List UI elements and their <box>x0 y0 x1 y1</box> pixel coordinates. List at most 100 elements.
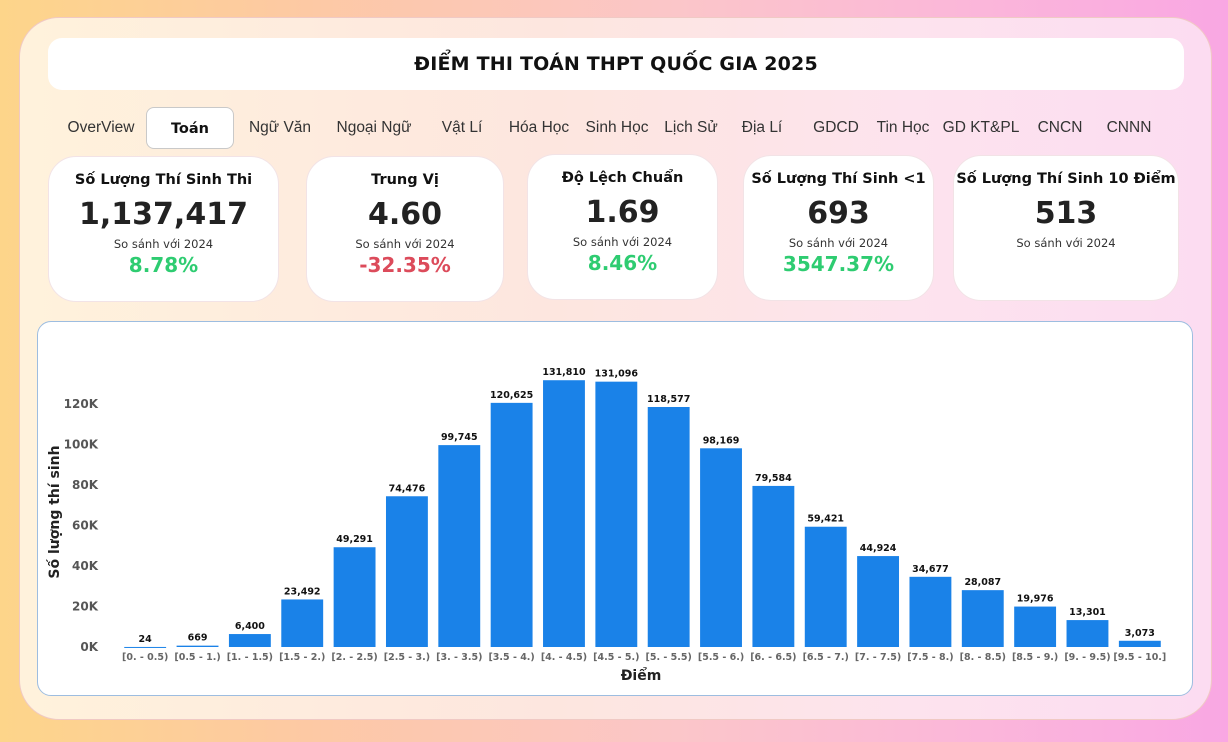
score-distribution-chart: Số lượng thí sinh Điểm 0K 20K 40K 60K 80K 100… <box>37 321 1193 696</box>
bar[interactable] <box>543 380 585 647</box>
tab-hoa-hoc[interactable]: Hóa Học <box>504 107 574 149</box>
x-tick-label: [3.5 - 4.) <box>488 652 534 663</box>
bar-value-label: 13,301 <box>1069 607 1106 618</box>
tab-gdcd[interactable]: GDCD <box>808 107 864 149</box>
x-tick-label: [9.5 - 10.] <box>1113 652 1166 663</box>
kpi-card-median: Trung Vị 4.60 So sánh với 2024 -32.35% <box>306 156 504 302</box>
kpi-value: 693 <box>807 196 870 231</box>
bar[interactable] <box>490 402 533 647</box>
bar[interactable] <box>1014 606 1057 647</box>
bar[interactable] <box>124 646 167 648</box>
tab-overview[interactable]: OverView <box>58 107 144 149</box>
tab-ngoai-ngu[interactable]: Ngoại Ngữ <box>330 107 418 149</box>
kpi-value: 1.69 <box>585 195 660 230</box>
bar-value-label: 49,291 <box>336 534 373 545</box>
y-tick-label: 120K <box>64 397 99 411</box>
bar[interactable] <box>752 485 795 647</box>
x-tick-label: [2.5 - 3.) <box>384 652 430 663</box>
kpi-compare-label: So sánh với 2024 <box>1016 236 1116 250</box>
kpi-title: Số Lượng Thí Sinh Thi <box>74 172 253 188</box>
y-ticks: 0K 20K 40K 60K 80K 100K 120K <box>64 397 99 654</box>
kpi-delta: 8.46% <box>587 251 658 275</box>
bar-value-label: 59,421 <box>807 514 844 525</box>
x-tick-label: [1.5 - 2.) <box>279 652 325 663</box>
tab-vat-li[interactable]: Vật Lí <box>432 107 492 149</box>
x-tick-label: [6.5 - 7.) <box>803 652 849 663</box>
bar-value-label: 3,073 <box>1125 628 1155 639</box>
kpi-compare-label: So sánh với 2024 <box>572 235 673 249</box>
bar[interactable] <box>961 590 1004 647</box>
x-tick-label: [8.5 - 9.) <box>1012 652 1058 663</box>
kpi-value: 1,137,417 <box>79 197 248 232</box>
x-tick-label: [1. - 1.5) <box>227 652 273 663</box>
kpi-delta: 3547.37% <box>782 252 895 276</box>
kpi-title: Trung Vị <box>371 172 439 188</box>
bar[interactable] <box>1066 620 1109 647</box>
x-tick-label: [7.5 - 8.) <box>907 652 953 663</box>
x-axis-label: Điểm <box>621 667 662 684</box>
bar-value-label: 131,810 <box>542 367 586 378</box>
bar-value-label: 99,745 <box>441 432 478 443</box>
x-tick-label: [8. - 8.5) <box>960 652 1006 663</box>
page-title-text: ĐIỂM THI TOÁN THPT QUỐC GIA 2025 <box>414 53 818 75</box>
subject-tabs: OverView Toán Ngữ Văn Ngoại Ngữ Vật Lí H… <box>58 107 1198 149</box>
bar[interactable] <box>281 599 324 647</box>
kpi-title: Số Lượng Thí Sinh 10 Điểm <box>956 171 1176 187</box>
y-tick-label: 40K <box>72 559 99 573</box>
y-tick-label: 60K <box>72 519 99 533</box>
x-tick-label: [5. - 5.5) <box>646 652 692 663</box>
kpi-value: 4.60 <box>367 197 443 232</box>
tab-cnnn[interactable]: CNNN <box>1102 107 1156 149</box>
bar[interactable] <box>438 445 481 647</box>
bar[interactable] <box>385 496 428 647</box>
bar-value-label: 6,400 <box>235 621 265 632</box>
kpi-value: 513 <box>1034 196 1098 231</box>
kpi-compare-label: So sánh với 2024 <box>355 237 455 251</box>
bar-value-label: 120,625 <box>490 390 533 401</box>
x-tick-label: [2. - 2.5) <box>331 652 377 663</box>
bar[interactable] <box>857 556 900 647</box>
tab-toan[interactable]: Toán <box>146 107 234 149</box>
bar-value-label: 44,924 <box>860 543 897 554</box>
bar[interactable] <box>228 634 271 647</box>
kpi-title: Số Lượng Thí Sinh <1 <box>751 171 926 187</box>
kpi-delta: 8.78% <box>128 253 199 277</box>
bar[interactable] <box>647 407 690 647</box>
tab-lich-su[interactable]: Lịch Sử <box>660 107 722 149</box>
bar-value-label: 19,976 <box>1017 594 1054 605</box>
bar[interactable] <box>909 576 952 647</box>
x-tick-label: [5.5 - 6.) <box>698 652 744 663</box>
y-tick-label: 80K <box>72 478 99 492</box>
tab-tin-hoc[interactable]: Tin Học <box>872 107 934 149</box>
bars: 24 [0. - 0.5) 669 [0.5 - 1.) 6,400 [1. - 1.5)… <box>122 367 1166 663</box>
kpi-card-perfect-score: Số Lượng Thí Sinh 10 Điểm 513 So sánh vớ… <box>953 155 1179 301</box>
tab-cncn[interactable]: CNCN <box>1034 107 1086 149</box>
page-title: ĐIỂM THI TOÁN THPT QUỐC GIA 2025 <box>48 38 1184 90</box>
bar-value-label: 669 <box>188 633 208 644</box>
bar[interactable] <box>176 645 219 647</box>
tab-ngu-van[interactable]: Ngữ Văn <box>240 107 320 149</box>
kpi-card-std-dev: Độ Lệch Chuẩn 1.69 So sánh với 2024 8.46… <box>527 154 718 300</box>
tab-sinh-hoc[interactable]: Sinh Học <box>582 107 652 149</box>
bar[interactable] <box>804 526 847 647</box>
kpi-card-below-one: Số Lượng Thí Sinh <1 693 So sánh với 202… <box>743 155 934 301</box>
x-tick-label: [9. - 9.5) <box>1064 652 1110 663</box>
bar-value-label: 74,476 <box>389 483 426 494</box>
x-tick-label: [6. - 6.5) <box>750 652 796 663</box>
y-tick-label: 0K <box>80 640 98 654</box>
bar[interactable] <box>1118 640 1161 647</box>
bar-value-label: 23,492 <box>284 586 321 597</box>
bar[interactable] <box>700 448 742 647</box>
bar-value-label: 34,677 <box>912 564 949 575</box>
x-tick-label: [4.5 - 5.) <box>593 652 639 663</box>
y-tick-label: 20K <box>72 600 99 614</box>
bar[interactable] <box>333 547 376 647</box>
x-tick-label: [0.5 - 1.) <box>174 652 220 663</box>
tab-gd-ktpl[interactable]: GD KT&PL <box>942 107 1020 149</box>
tab-dia-li[interactable]: Địa Lí <box>734 107 790 149</box>
bar-value-label: 28,087 <box>964 577 1001 588</box>
kpi-title: Độ Lệch Chuẩn <box>561 170 684 186</box>
x-tick-label: [3. - 3.5) <box>436 652 482 663</box>
bar[interactable] <box>595 381 638 647</box>
kpi-card-total-candidates: Số Lượng Thí Sinh Thi 1,137,417 So sánh … <box>48 156 279 302</box>
